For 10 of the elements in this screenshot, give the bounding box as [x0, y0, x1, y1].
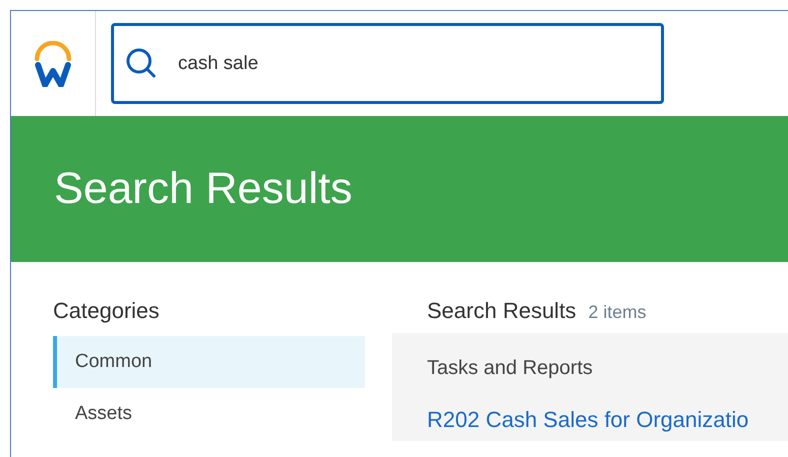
group-heading: Tasks and Reports — [427, 356, 593, 381]
category-item[interactable]: Common — [53, 336, 365, 388]
section-heading: Categories — [53, 297, 160, 325]
section-heading: Search Results — [427, 297, 576, 325]
category-item[interactable]: Assets — [53, 388, 365, 440]
search-icon — [125, 47, 157, 79]
page-title: Search Results — [54, 167, 352, 211]
search-field[interactable]: cash sale — [111, 23, 664, 104]
result-link[interactable]: R202 Cash Sales for Organizatio — [427, 407, 749, 432]
item-count: 2 items — [588, 301, 646, 324]
